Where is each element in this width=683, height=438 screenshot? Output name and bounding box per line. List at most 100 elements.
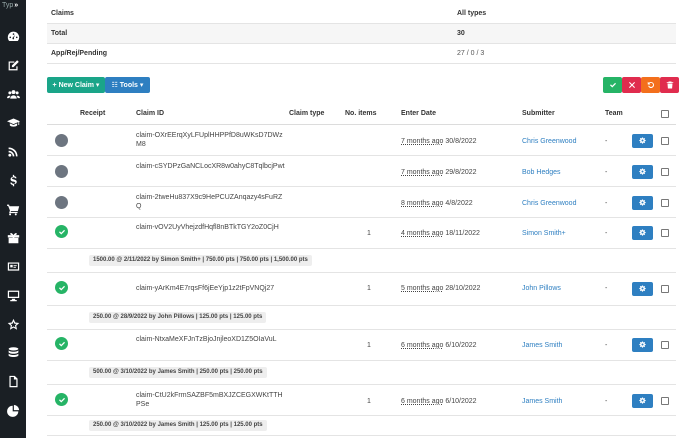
submitter-link[interactable]: Simon Smith+ [522,229,566,238]
cogs-icon [638,168,646,175]
claim-detail-row: 500.00 @ 3/10/2022 by James Smith | 250.… [47,361,676,385]
submitter-link[interactable]: Chris Greenwood [522,199,576,208]
row-checkbox[interactable] [661,229,669,237]
main-content: Claims All types Total 30 App/Rej/Pendin… [36,0,683,438]
expand-arrow-icon: » [14,2,19,9]
table-row[interactable]: claim-vOV2UyVhejzdfHqfl8nBTkTGY2oZ0CjH 1… [47,218,676,249]
cogs-icon [638,397,646,404]
rss-icon[interactable] [0,140,26,162]
row-checkbox[interactable] [661,168,669,176]
row-checkbox[interactable] [661,199,669,207]
approve-button[interactable] [603,77,622,93]
row-checkbox[interactable] [661,341,669,349]
trash-icon [666,81,673,89]
row-settings-button[interactable] [632,282,653,296]
users-icon[interactable] [0,83,26,105]
claim-id: claim-cSYDPzGaNCLocXR8w0ahyC8TqlbcjPwt [136,163,285,170]
enter-date: 4 months ago 18/11/2022 [401,229,521,238]
id-card-icon[interactable] [0,255,26,277]
row-checkbox[interactable] [661,137,669,145]
row-checkbox[interactable] [661,397,669,405]
table-row[interactable]: claim-yArKm4E7rqsFf6jEeYjp1z2tFpVNQj27 1… [47,273,676,306]
database-icon[interactable] [0,341,26,363]
submitter-link[interactable]: Chris Greenwood [522,137,576,146]
claim-detail-row: 1500.00 @ 2/11/2022 by Simon Smith+ | 75… [47,249,676,273]
summary-value: 30 [457,30,465,37]
monitor-icon[interactable] [0,284,26,306]
table-row[interactable]: claim-OXrEErqXyLFUplHHPPfD8uWKsD7DWzM8 7… [47,125,676,156]
column-header-no-items[interactable]: No. items [345,110,377,117]
submitter-link[interactable]: James Smith [522,341,562,350]
item-count: 1 [367,285,371,292]
reject-button[interactable] [622,77,641,93]
undo-button[interactable] [641,77,660,93]
row-settings-button[interactable] [632,165,653,179]
close-icon [628,82,635,88]
team-value: - [605,200,608,207]
row-settings-button[interactable] [632,338,653,352]
submitter-link[interactable]: Bob Hedges [522,168,561,177]
team-value: - [605,138,608,145]
column-header-enter-date[interactable]: Enter Date [401,110,436,117]
table-row[interactable]: claim-NtxaMeXFJnTzBjoJnjleoXD1Z5OIaVuL 1… [47,330,676,361]
summary-row-claims: Claims All types [47,4,676,24]
claim-detail-summary: 1500.00 @ 2/11/2022 by Simon Smith+ | 75… [89,255,312,266]
claim-id: claim-vOV2UyVhejzdfHqfl8nBTkTGY2oZ0CjH [136,224,279,231]
undo-icon [647,81,654,88]
absolute-date: 6/10/2022 [445,342,477,349]
graduation-cap-icon[interactable] [0,111,26,133]
submitter-link[interactable]: James Smith [522,397,562,406]
relative-date: 5 months ago [401,285,444,292]
new-claim-button[interactable]: + New Claim ▾ [47,77,105,93]
summary-value: All types [457,10,487,17]
delete-button[interactable] [660,77,679,93]
edit-icon[interactable] [0,54,26,76]
claim-detail-row: 250.00 @ 3/10/2022 by James Smith | 125.… [47,414,676,436]
submitter-link[interactable]: John Pillows [522,284,561,293]
claim-detail-summary: 500.00 @ 3/10/2022 by James Smith | 250.… [89,367,267,378]
approved-status-icon [55,281,68,294]
enter-date: 5 months ago 28/10/2022 [401,284,521,293]
row-settings-button[interactable] [632,394,653,408]
cogs-icon [638,229,646,236]
absolute-date: 28/10/2022 [445,285,481,292]
claim-detail-summary: 250.00 @ 28/9/2022 by John Pillows | 125… [89,312,267,323]
sidebar: Typ» [0,0,26,438]
cart-icon[interactable] [0,198,26,220]
column-header-submitter[interactable]: Submitter [522,110,555,117]
sidebar-toggle[interactable]: Typ» [0,0,26,12]
pie-chart-icon[interactable] [0,399,26,421]
column-header-claim-id[interactable]: Claim ID [136,110,164,117]
table-row[interactable]: claim-cSYDPzGaNCLocXR8w0ahyC8TqlbcjPwt 7… [47,156,676,187]
cogs-icon [638,285,646,292]
claim-id: claim-NtxaMeXFJnTzBjoJnjleoXD1Z5OIaVuL [136,336,277,343]
table-row[interactable]: claim-CtU2kFrmSAZBF5mBXJZCEGXWKtTTHPSe 1… [47,385,676,416]
cogs-icon [638,341,646,348]
tools-button[interactable]: ☷ Tools ▾ [105,77,150,93]
column-header-team[interactable]: Team [605,110,623,117]
relative-date: 7 months ago [401,169,444,176]
claim-detail-summary: 250.00 @ 3/10/2022 by James Smith | 125.… [89,420,267,431]
absolute-date: 30/8/2022 [445,138,477,145]
document-icon[interactable] [0,370,26,392]
sidebar-top-label: Typ [2,2,14,9]
row-settings-button[interactable] [632,226,653,240]
star-icon[interactable] [0,313,26,335]
row-settings-button[interactable] [632,134,653,148]
summary-row-total: Total 30 [47,24,676,44]
dollar-icon[interactable] [0,169,26,191]
column-header-claim-type[interactable]: Claim type [289,110,324,117]
row-settings-button[interactable] [632,196,653,210]
select-all-checkbox[interactable] [661,110,669,118]
pending-status-icon [55,134,68,147]
enter-date: 7 months ago 30/8/2022 [401,137,521,146]
dashboard-icon[interactable] [0,25,26,47]
row-checkbox[interactable] [661,285,669,293]
team-value: - [605,342,608,349]
relative-date: 6 months ago [401,342,444,349]
column-header-receipt[interactable]: Receipt [80,110,105,117]
item-count: 1 [367,398,371,405]
gift-icon[interactable] [0,226,26,248]
claim-id: claim-2tweHu837X9c9HePCUZAnqazy4sFuRZQ [136,194,283,210]
table-row[interactable]: claim-2tweHu837X9c9HePCUZAnqazy4sFuRZQ 8… [47,187,676,218]
